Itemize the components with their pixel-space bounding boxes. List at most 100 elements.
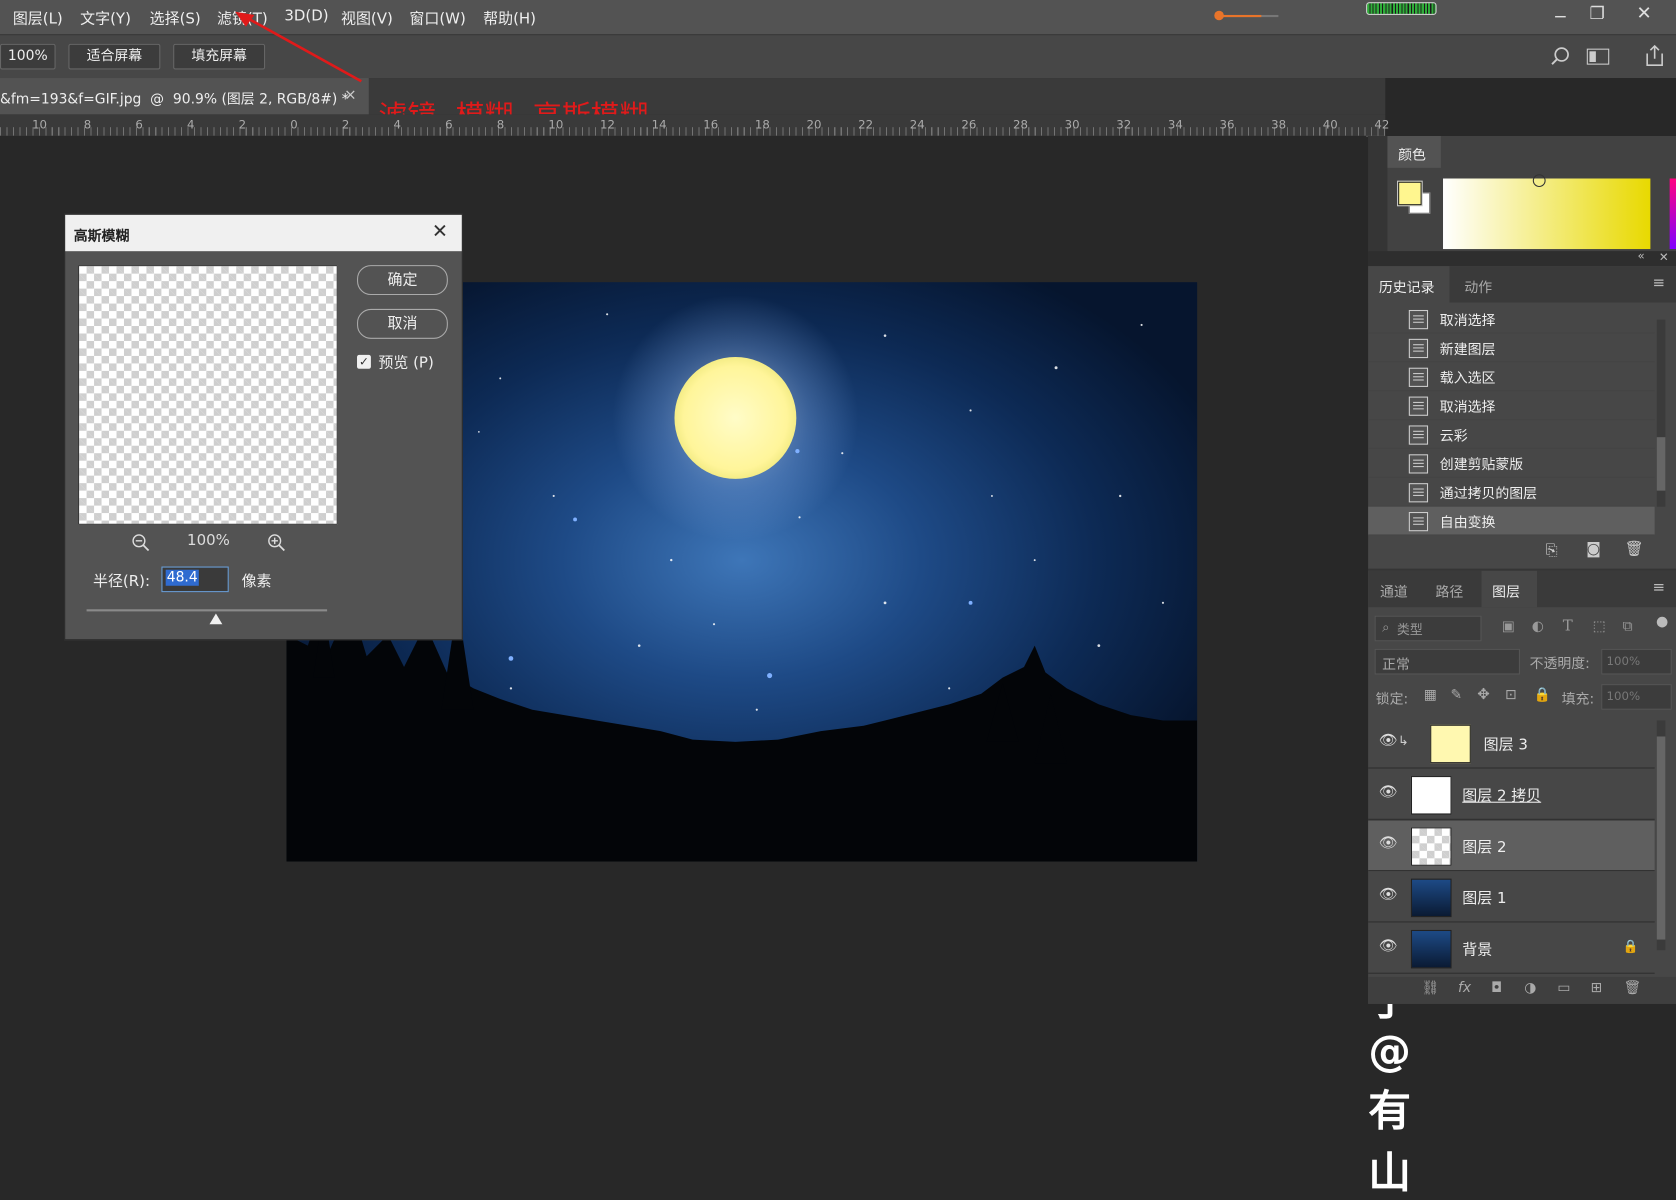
- zoom-in-icon[interactable]: [267, 533, 286, 552]
- lock-move-icon[interactable]: ✥: [1477, 686, 1490, 703]
- zoom-field[interactable]: 100%: [0, 43, 56, 70]
- fit-screen-button[interactable]: 适合屏幕: [68, 43, 161, 70]
- ruler-tick-label: 38: [1271, 117, 1287, 132]
- ok-button[interactable]: 确定: [357, 265, 448, 296]
- lock-transparent-icon[interactable]: ▦: [1424, 687, 1437, 703]
- filter-shape-icon[interactable]: ⬚: [1593, 619, 1606, 635]
- search-icon[interactable]: [1550, 46, 1571, 67]
- layer-thumbnail: [1410, 776, 1452, 815]
- tab-actions[interactable]: 动作: [1464, 276, 1492, 296]
- ruler-tick-label: 42: [1374, 117, 1390, 132]
- visibility-eye-icon[interactable]: 👁: [1379, 886, 1398, 903]
- menu-select[interactable]: 选择(S): [150, 7, 201, 28]
- tab-history[interactable]: 历史记录: [1368, 266, 1450, 303]
- layer-thumbnail: [1410, 929, 1452, 969]
- ruler-tick-label: 26: [961, 117, 977, 132]
- visibility-eye-icon[interactable]: 👁: [1379, 835, 1398, 852]
- history-item[interactable]: 新建图层: [1368, 333, 1655, 363]
- fx-icon[interactable]: fx: [1458, 980, 1471, 996]
- ruler-tick-label: 22: [858, 117, 874, 132]
- new-document-from-state-icon[interactable]: ⎘: [1546, 542, 1558, 559]
- foreground-color-swatch[interactable]: [1398, 181, 1422, 206]
- filter-toggle[interactable]: [1656, 616, 1668, 628]
- menu-layer[interactable]: 图层(L): [13, 7, 63, 28]
- link-layers-icon[interactable]: ⛓: [1422, 980, 1440, 996]
- history-item[interactable]: 载入选区: [1368, 362, 1655, 392]
- layer-row[interactable]: 👁 图层 2 拷贝: [1368, 770, 1655, 820]
- filter-type-icon[interactable]: T: [1563, 618, 1573, 635]
- efficiency-meter-icon: [1366, 2, 1437, 15]
- trash-icon[interactable]: 🗑: [1625, 541, 1644, 558]
- history-item-selected[interactable]: 自由变换: [1368, 506, 1655, 536]
- lock-artboard-icon[interactable]: ⊡: [1505, 687, 1517, 703]
- restore-icon[interactable]: ❐: [1589, 3, 1604, 23]
- tab-paths[interactable]: 路径: [1436, 580, 1464, 601]
- history-scrollbar[interactable]: [1656, 319, 1666, 507]
- visibility-eye-icon[interactable]: 👁: [1379, 937, 1398, 954]
- history-item[interactable]: 通过拷贝的图层: [1368, 478, 1655, 507]
- workspace-icon[interactable]: [1586, 48, 1610, 65]
- tab-close-icon[interactable]: ×: [344, 87, 357, 104]
- radius-slider-track[interactable]: [86, 609, 328, 612]
- folder-icon[interactable]: ▭: [1557, 980, 1570, 996]
- history-item[interactable]: 取消选择: [1368, 305, 1655, 334]
- history-item[interactable]: 取消选择: [1368, 391, 1655, 421]
- tab-layers[interactable]: 图层: [1481, 570, 1538, 608]
- color-field[interactable]: [1443, 174, 1651, 250]
- layers-menu-icon[interactable]: ≡: [1653, 579, 1666, 596]
- layers-panel-tabs: 通道 路径 图层 ≡: [1368, 570, 1676, 608]
- add-mask-icon[interactable]: ◘: [1491, 980, 1502, 996]
- camera-snapshot-icon[interactable]: ◙: [1586, 541, 1601, 558]
- hue-slider[interactable]: [1669, 178, 1676, 250]
- color-panel: 颜色: [1387, 135, 1676, 252]
- menu-window[interactable]: 窗口(W): [409, 7, 465, 28]
- radius-input[interactable]: 48.4: [161, 566, 229, 593]
- opacity-field[interactable]: 100%: [1601, 648, 1672, 675]
- radius-label: 半径(R):: [92, 572, 151, 591]
- visibility-eye-icon[interactable]: 👁: [1379, 784, 1398, 801]
- dialog-close-icon[interactable]: ✕: [432, 220, 448, 242]
- filter-image-icon[interactable]: ▣: [1502, 619, 1515, 635]
- delete-layer-icon[interactable]: 🗑: [1624, 980, 1642, 996]
- history-item[interactable]: 创建剪贴蒙版: [1368, 449, 1655, 478]
- radius-slider-handle[interactable]: [209, 613, 223, 625]
- cancel-button[interactable]: 取消: [357, 308, 448, 339]
- layer-row[interactable]: 👁 ↳ 图层 3: [1368, 718, 1655, 769]
- new-layer-icon[interactable]: ⊞: [1591, 980, 1603, 996]
- adjustment-layer-icon[interactable]: ◑: [1524, 980, 1536, 996]
- ruler-tick-label: 6: [445, 117, 453, 132]
- layers-scrollbar[interactable]: [1656, 720, 1666, 951]
- layer-row[interactable]: 👁 背景 🔒: [1368, 924, 1655, 974]
- lock-brush-icon[interactable]: ✎: [1450, 687, 1462, 703]
- minimize-icon[interactable]: ─: [1555, 6, 1565, 26]
- tab-channels[interactable]: 通道: [1380, 580, 1408, 601]
- lock-all-icon[interactable]: 🔒: [1534, 687, 1551, 703]
- blend-mode-select[interactable]: 正常: [1374, 648, 1520, 675]
- blur-preview[interactable]: [78, 265, 338, 525]
- zoom-out-icon[interactable]: [131, 533, 150, 552]
- menu-type[interactable]: 文字(Y): [80, 7, 131, 28]
- close-window-icon[interactable]: ✕: [1636, 3, 1651, 24]
- history-item[interactable]: 云彩: [1368, 420, 1655, 449]
- color-picker-marker[interactable]: [1532, 174, 1546, 188]
- visibility-eye-icon[interactable]: 👁: [1379, 732, 1398, 749]
- dialog-title-bar: 高斯模糊 ✕: [65, 214, 462, 252]
- layer-row-selected[interactable]: 👁 图层 2: [1368, 820, 1655, 872]
- brush-slider[interactable]: [1214, 6, 1280, 25]
- menu-help[interactable]: 帮助(H): [483, 7, 536, 28]
- panel-close-icon[interactable]: ✕: [1659, 250, 1669, 264]
- document-icon: [1408, 367, 1429, 387]
- filter-adjustment-icon[interactable]: ◐: [1532, 619, 1544, 635]
- preview-checkbox[interactable]: ✓: [357, 354, 371, 369]
- ruler-tick-label: 16: [703, 117, 719, 132]
- filter-smart-object-icon[interactable]: ⧉: [1623, 619, 1633, 635]
- history-menu-icon[interactable]: ≡: [1653, 275, 1666, 292]
- tab-color[interactable]: 颜色: [1387, 135, 1441, 168]
- document-icon: [1408, 396, 1429, 416]
- fill-field[interactable]: 100%: [1601, 684, 1672, 710]
- opacity-label: 不透明度:: [1529, 656, 1590, 673]
- collapse-icon[interactable]: «: [1638, 249, 1645, 263]
- layer-row[interactable]: 👁 图层 1: [1368, 872, 1655, 923]
- share-icon[interactable]: [1643, 44, 1667, 68]
- layer-filter-select[interactable]: ⌕ 类型: [1374, 615, 1482, 642]
